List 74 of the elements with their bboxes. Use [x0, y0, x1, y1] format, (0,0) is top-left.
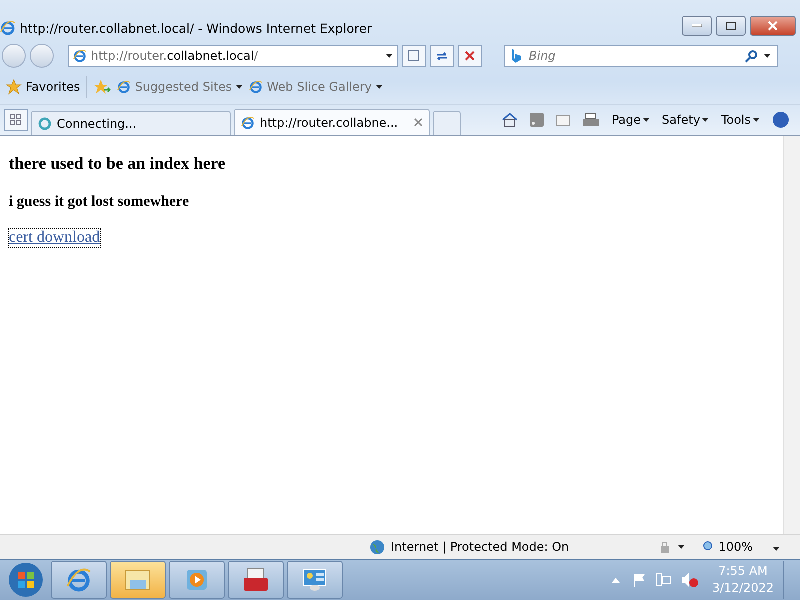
refresh-icon	[435, 50, 449, 62]
minimize-icon	[692, 24, 702, 28]
security-zone-text: Internet | Protected Mode: On	[391, 540, 570, 554]
caret-icon	[376, 85, 383, 89]
ie-icon	[0, 20, 16, 36]
bing-icon	[511, 49, 521, 63]
caret-icon	[702, 118, 710, 122]
browser-tab[interactable]: http://router.collabne...	[234, 109, 430, 135]
taskbar-button[interactable]	[110, 561, 166, 599]
favorites-bar-item[interactable]: Suggested Sites	[117, 80, 244, 94]
back-button[interactable]	[2, 44, 26, 68]
caret-icon	[764, 54, 771, 58]
caret-icon	[753, 118, 760, 122]
ie-icon	[66, 567, 92, 593]
add-favorite-icon[interactable]	[93, 79, 112, 95]
compatibility-button[interactable]	[402, 45, 426, 67]
taskbar-button[interactable]	[51, 561, 107, 599]
grid-icon	[10, 114, 22, 126]
taskbar-button[interactable]	[169, 561, 225, 599]
stop-icon	[465, 51, 475, 61]
address-field[interactable]: http://router.collabnet.local/	[68, 45, 398, 67]
play-icon	[185, 568, 209, 592]
ie-icon	[249, 80, 264, 94]
page-subheading: i guess it got lost somewhere	[9, 194, 190, 211]
favorites-bar-item[interactable]: Web Slice Gallery	[249, 80, 383, 94]
close-button[interactable]	[750, 16, 796, 36]
page-heading: there used to be an index here	[9, 154, 227, 174]
zoom-icon	[702, 541, 715, 553]
globe-icon	[370, 540, 385, 554]
network-icon[interactable]	[656, 573, 672, 587]
favorites-button[interactable]: Favorites	[6, 79, 80, 95]
caret-icon	[386, 54, 393, 58]
clock-time: 7:55 AM	[718, 563, 768, 580]
maximize-icon	[726, 22, 736, 30]
ie-icon	[117, 80, 132, 94]
control-panel-icon	[301, 568, 329, 592]
caret-icon	[643, 118, 650, 122]
maximize-button[interactable]	[716, 16, 746, 36]
download-link[interactable]: cert download	[9, 229, 100, 247]
taskbar-button[interactable]	[228, 561, 284, 599]
new-tab-button[interactable]	[433, 111, 461, 135]
caret-icon	[678, 545, 685, 549]
command-menu[interactable]: Tools	[721, 113, 760, 127]
zoom-button[interactable]: 100%	[702, 540, 753, 554]
ie-icon	[241, 116, 255, 130]
stop-button[interactable]	[458, 45, 482, 67]
quick-tabs-button[interactable]	[4, 109, 28, 131]
mail-icon[interactable]	[556, 114, 570, 126]
folder-icon	[124, 568, 152, 592]
caret-icon	[773, 547, 780, 551]
page-icon	[408, 50, 420, 62]
clock-date: 3/12/2022	[712, 580, 774, 597]
command-menu[interactable]: Safety	[662, 113, 710, 127]
volume-muted-icon[interactable]	[681, 572, 700, 588]
command-menu[interactable]: Page	[612, 113, 650, 127]
scrollbar[interactable]	[783, 136, 800, 534]
minimize-button[interactable]	[682, 16, 712, 36]
ie-icon	[73, 49, 87, 63]
forward-button[interactable]	[30, 44, 54, 68]
search-bar[interactable]: Bing	[504, 45, 778, 67]
printer-icon[interactable]	[582, 112, 600, 128]
caret-icon	[236, 85, 244, 89]
star-icon	[6, 79, 22, 95]
browser-tab[interactable]: Connecting...	[31, 111, 231, 135]
home-icon[interactable]	[502, 112, 518, 128]
search-icon	[745, 50, 758, 62]
flag-icon[interactable]	[633, 573, 648, 587]
show-hidden-icons-icon[interactable]	[612, 578, 620, 582]
refresh-button[interactable]	[430, 45, 454, 67]
window-title: http://router.collabnet.local/ - Windows Internet Explorer	[20, 21, 374, 36]
close-icon	[768, 21, 778, 31]
close-tab-icon[interactable]	[414, 118, 423, 127]
taskbar-button[interactable]	[287, 561, 343, 599]
toolbox-icon	[242, 568, 270, 592]
